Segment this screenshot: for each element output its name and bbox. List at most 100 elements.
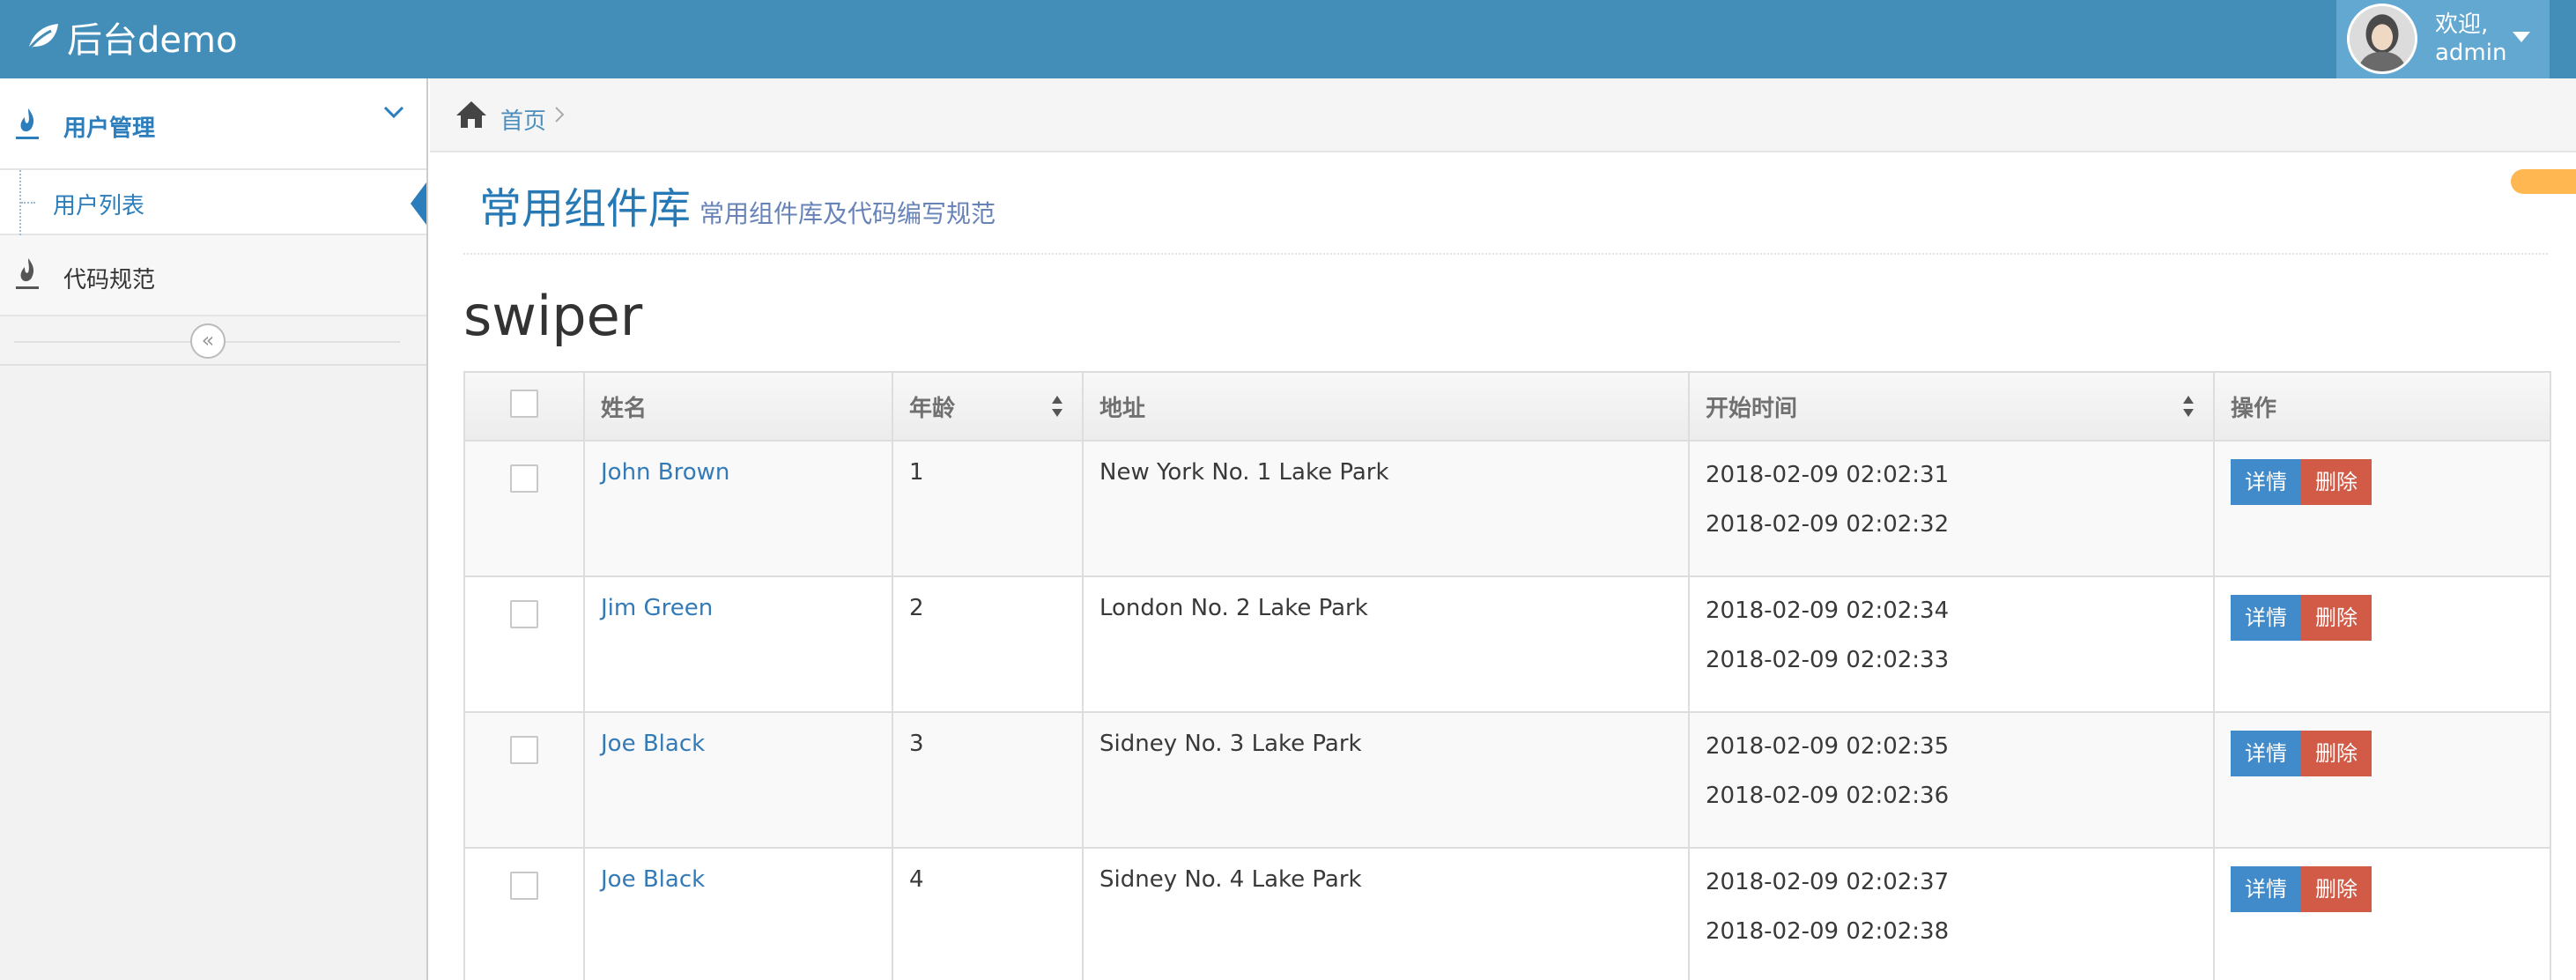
home-icon[interactable]	[455, 100, 488, 130]
section-heading: swiper	[463, 284, 643, 348]
time-cell: 2018-02-09 02:02:31 2018-02-09 02:02:32	[1688, 440, 2215, 577]
row-select-cell	[463, 847, 585, 980]
end-time: 2018-02-09 02:02:38	[1706, 918, 1950, 945]
column-header-address: 地址	[1082, 371, 1690, 442]
welcome-text: 欢迎, admin	[2435, 11, 2523, 67]
settings-toggle-tab[interactable]	[2511, 169, 2576, 194]
tree-branch	[21, 202, 35, 204]
sidebar-item-user-management[interactable]: 用户管理	[0, 78, 426, 170]
column-header-label: 年龄	[909, 395, 956, 422]
column-header-start-time[interactable]: 开始时间	[1688, 371, 2215, 442]
brand-name: 后台demo	[67, 20, 238, 61]
brand-logo[interactable]: 后台demo	[23, 12, 237, 62]
welcome-label: 欢迎,	[2435, 11, 2489, 38]
page-subtitle: 常用组件库及代码编写规范	[700, 199, 996, 228]
fire-icon	[16, 258, 39, 289]
double-chevron-left-icon[interactable]: «	[190, 323, 226, 359]
delete-button[interactable]: 删除	[2301, 459, 2372, 505]
select-all-cell	[463, 371, 585, 442]
sidebar-item-label: 用户管理	[63, 115, 156, 142]
name-link[interactable]: Joe Black	[601, 866, 705, 893]
chevron-down-icon[interactable]	[382, 103, 405, 121]
name-cell: Joe Black	[583, 847, 893, 980]
table-header-row: 姓名 年龄 地址 开始时间 操作	[463, 371, 2551, 442]
sidebar-item-code-standards[interactable]: 代码规范	[0, 235, 426, 316]
chevron-right-icon	[555, 107, 565, 122]
sidebar-item-label: 代码规范	[63, 267, 156, 293]
sidebar-collapse-bar: «	[0, 316, 426, 366]
top-navbar: 后台demo 欢迎, admin	[0, 0, 2576, 78]
row-select-cell	[463, 575, 585, 713]
avatar[interactable]	[2347, 4, 2417, 74]
breadcrumb: 首页	[430, 78, 2576, 152]
table-row: Joe Black 3 Sidney No. 3 Lake Park 2018-…	[463, 711, 2551, 849]
detail-button[interactable]: 详情	[2231, 731, 2301, 776]
detail-button[interactable]: 详情	[2231, 595, 2301, 641]
row-checkbox[interactable]	[510, 736, 538, 764]
name-cell: John Brown	[583, 440, 893, 577]
address-cell: Sidney No. 4 Lake Park	[1082, 847, 1690, 980]
time-cell: 2018-02-09 02:02:34 2018-02-09 02:02:33	[1688, 575, 2215, 713]
username-label: admin	[2435, 40, 2507, 66]
sort-icon[interactable]	[2181, 394, 2195, 419]
sidebar-subitem-label: 用户列表	[53, 193, 145, 219]
user-table: 姓名 年龄 地址 开始时间 操作 John Brown 1 New York N…	[463, 371, 2551, 980]
start-time: 2018-02-09 02:02:31	[1706, 462, 1950, 488]
user-menu[interactable]: 欢迎, admin	[2336, 0, 2550, 78]
actions-cell: 详情 删除	[2213, 575, 2551, 713]
breadcrumb-home-link[interactable]: 首页	[500, 103, 546, 136]
fire-icon	[16, 108, 39, 139]
row-checkbox[interactable]	[510, 600, 538, 628]
detail-button[interactable]: 详情	[2231, 866, 2301, 912]
actions-cell: 详情 删除	[2213, 711, 2551, 849]
age-cell: 2	[892, 575, 1084, 713]
time-cell: 2018-02-09 02:02:37 2018-02-09 02:02:38	[1688, 847, 2215, 980]
name-cell: Jim Green	[583, 575, 893, 713]
table-row: Joe Black 4 Sidney No. 4 Lake Park 2018-…	[463, 847, 2551, 980]
table-row: Jim Green 2 London No. 2 Lake Park 2018-…	[463, 575, 2551, 713]
column-header-label: 开始时间	[1706, 395, 1798, 422]
sidebar: 用户管理 用户列表 代码规范 «	[0, 78, 428, 980]
delete-button[interactable]: 删除	[2301, 731, 2372, 776]
detail-button[interactable]: 详情	[2231, 459, 2301, 505]
start-time: 2018-02-09 02:02:37	[1706, 869, 1950, 895]
page-header: 常用组件库 常用组件库及代码编写规范	[463, 152, 2548, 255]
row-select-cell	[463, 711, 585, 849]
age-cell: 1	[892, 440, 1084, 577]
column-header-age[interactable]: 年龄	[892, 371, 1084, 442]
age-cell: 4	[892, 847, 1084, 980]
age-cell: 3	[892, 711, 1084, 849]
name-cell: Joe Black	[583, 711, 893, 849]
page-title: 常用组件库	[479, 184, 692, 234]
delete-button[interactable]: 删除	[2301, 866, 2372, 912]
row-checkbox[interactable]	[510, 872, 538, 900]
address-cell: New York No. 1 Lake Park	[1082, 440, 1690, 577]
column-header-name: 姓名	[583, 371, 893, 442]
name-link[interactable]: Joe Black	[601, 731, 705, 757]
end-time: 2018-02-09 02:02:33	[1706, 647, 1950, 673]
action-buttons: 详情 删除	[2231, 731, 2372, 776]
actions-cell: 详情 删除	[2213, 847, 2551, 980]
action-buttons: 详情 删除	[2231, 595, 2372, 641]
time-cell: 2018-02-09 02:02:35 2018-02-09 02:02:36	[1688, 711, 2215, 849]
address-cell: Sidney No. 3 Lake Park	[1082, 711, 1690, 849]
start-time: 2018-02-09 02:02:35	[1706, 733, 1950, 760]
delete-button[interactable]: 删除	[2301, 595, 2372, 641]
leaf-icon	[25, 24, 58, 53]
actions-cell: 详情 删除	[2213, 440, 2551, 577]
row-checkbox[interactable]	[510, 464, 538, 493]
column-header-actions: 操作	[2213, 371, 2551, 442]
end-time: 2018-02-09 02:02:32	[1706, 511, 1950, 538]
address-cell: London No. 2 Lake Park	[1082, 575, 1690, 713]
caret-down-icon[interactable]	[2513, 32, 2530, 42]
table-row: John Brown 1 New York No. 1 Lake Park 20…	[463, 440, 2551, 577]
select-all-checkbox[interactable]	[510, 389, 538, 418]
sidebar-subitem-user-list[interactable]: 用户列表	[0, 170, 426, 235]
sort-icon[interactable]	[1050, 394, 1064, 419]
action-buttons: 详情 删除	[2231, 866, 2372, 912]
start-time: 2018-02-09 02:02:34	[1706, 598, 1950, 624]
name-link[interactable]: John Brown	[601, 459, 729, 486]
action-buttons: 详情 删除	[2231, 459, 2372, 505]
active-indicator	[411, 182, 426, 225]
name-link[interactable]: Jim Green	[601, 595, 713, 621]
